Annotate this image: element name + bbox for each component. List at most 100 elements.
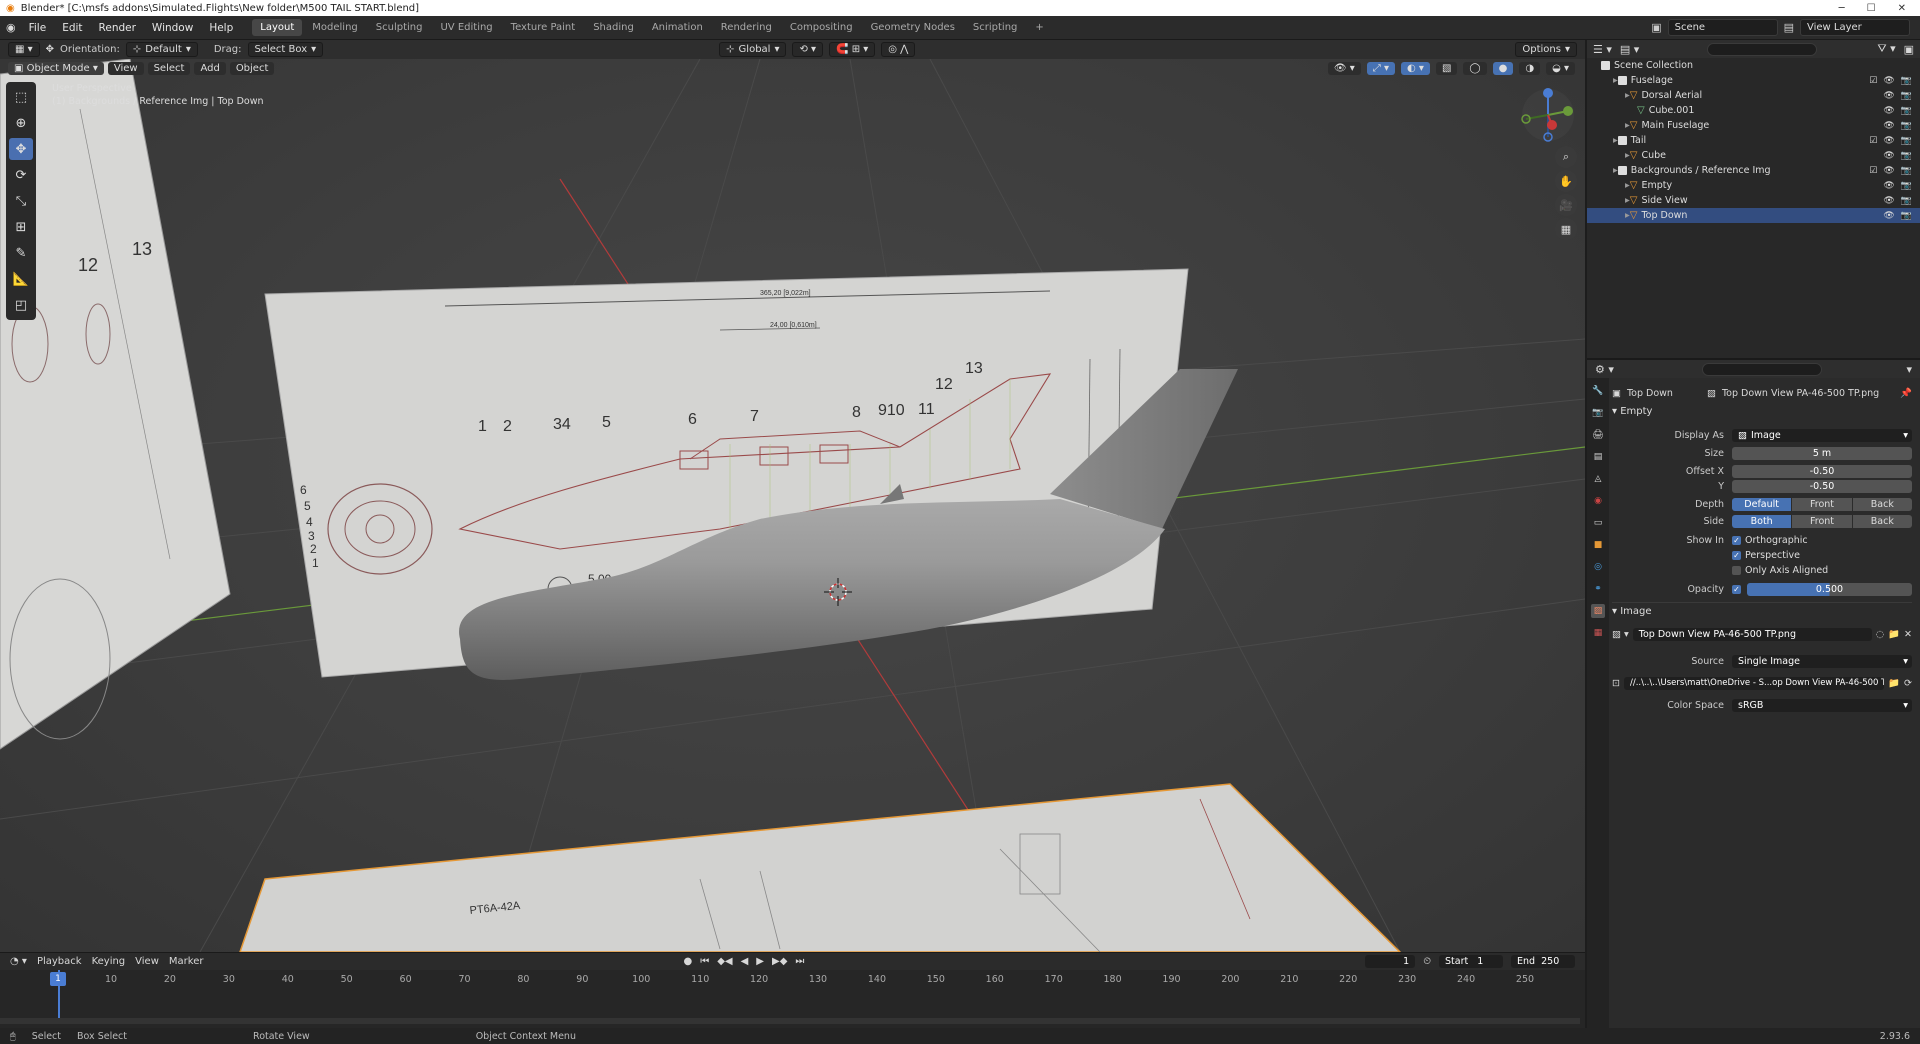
- data-tab-icon[interactable]: ▨: [1591, 604, 1605, 618]
- offset-y-field[interactable]: -0.50: [1732, 479, 1912, 493]
- outliner-row-dorsal-aerial[interactable]: ▸ ▽ Dorsal Aerial 👁 📷: [1587, 88, 1920, 103]
- properties-search-input[interactable]: [1701, 362, 1822, 376]
- visibility-dropdown[interactable]: 👁 ▾: [1327, 61, 1361, 75]
- render-camera-icon[interactable]: 📷: [1901, 181, 1912, 191]
- play-reverse-icon[interactable]: ◀: [741, 956, 749, 967]
- menu-render[interactable]: Render: [92, 20, 143, 36]
- close-icon[interactable]: ✕: [1898, 3, 1906, 14]
- depth-back-option[interactable]: Back: [1852, 497, 1912, 511]
- menu-edit[interactable]: Edit: [55, 20, 89, 36]
- side-both-option[interactable]: Both: [1732, 514, 1792, 528]
- render-camera-icon[interactable]: 📷: [1901, 211, 1912, 221]
- eye-icon[interactable]: 👁: [1883, 196, 1894, 206]
- render-camera-icon[interactable]: 📷: [1901, 151, 1912, 161]
- outliner-row-top-down[interactable]: ▸ ▽ Top Down 👁 📷: [1587, 208, 1920, 223]
- color-space-dropdown[interactable]: sRGB ▾: [1732, 698, 1912, 712]
- open-image-icon[interactable]: 📁: [1888, 629, 1900, 640]
- texture-tab-icon[interactable]: ▦: [1591, 626, 1605, 640]
- viewport-scene[interactable]: 12 13 365,20 [9,022m] 24,00 [0,610m] 1 2…: [0, 59, 1585, 952]
- viewport-menu-add[interactable]: Add: [194, 61, 226, 75]
- browse-file-icon[interactable]: 📁: [1888, 678, 1900, 689]
- depth-default-option[interactable]: Default: [1732, 497, 1792, 511]
- perspective-checkbox[interactable]: ✓ Perspective: [1732, 550, 1800, 561]
- outliner-row-backgrounds-reference-img[interactable]: ▸ Backgrounds / Reference Img ☑ 👁 📷: [1587, 163, 1920, 178]
- timeline-ruler[interactable]: 10 20 30 40 50 60 70 80 90 100 110 120 130 140 150 160 1…: [0, 972, 1585, 988]
- eye-icon[interactable]: 👁: [1883, 136, 1894, 146]
- transform-orientation-dropdown[interactable]: ⊹ Global ▾: [719, 42, 787, 57]
- jump-start-icon[interactable]: ⏮: [700, 956, 709, 967]
- top-down-reference-plane[interactable]: PT6A-42A: [239, 783, 1402, 952]
- render-camera-icon[interactable]: 📷: [1901, 106, 1912, 116]
- eye-icon[interactable]: 👁: [1883, 76, 1894, 86]
- xray-toggle[interactable]: ▧: [1435, 61, 1458, 75]
- viewport-menu-view[interactable]: View: [107, 61, 144, 75]
- eye-icon[interactable]: 👁: [1883, 91, 1894, 101]
- filepath-field[interactable]: //..\..\..\Users\matt\OneDrive - S...op …: [1623, 676, 1885, 690]
- render-camera-icon[interactable]: 📷: [1901, 196, 1912, 206]
- eye-icon[interactable]: 👁: [1883, 181, 1894, 191]
- select-box-tool-icon[interactable]: ⬚: [9, 86, 33, 108]
- tab-sculpting[interactable]: Sculpting: [368, 19, 431, 36]
- cursor-tool-icon[interactable]: ⊕: [9, 112, 33, 134]
- view-layer-selector[interactable]: View Layer: [1800, 19, 1910, 36]
- orthographic-checkbox[interactable]: ✓ Orthographic: [1732, 535, 1808, 546]
- measure-tool-icon[interactable]: 📐: [9, 268, 33, 290]
- pivot-dropdown[interactable]: ⟲ ▾: [792, 42, 824, 57]
- outliner-row-fuselage[interactable]: ▸ Fuselage ☑ 👁 📷: [1587, 73, 1920, 88]
- depth-front-option[interactable]: Front: [1792, 497, 1852, 511]
- render-tab-icon[interactable]: 📷: [1591, 406, 1605, 420]
- end-frame-field[interactable]: End 250: [1511, 955, 1575, 968]
- tab-geometry-nodes[interactable]: Geometry Nodes: [863, 19, 963, 36]
- outliner-editor-icon[interactable]: ☰ ▾: [1593, 43, 1612, 56]
- source-dropdown[interactable]: Single Image ▾: [1732, 654, 1912, 668]
- current-frame-field[interactable]: 1: [1365, 955, 1416, 968]
- shading-material[interactable]: ◑: [1519, 61, 1541, 75]
- eye-icon[interactable]: 👁: [1883, 151, 1894, 161]
- viewport-menu-select[interactable]: Select: [147, 61, 191, 75]
- image-panel-header[interactable]: ▾ Image: [1612, 606, 1652, 617]
- render-camera-icon[interactable]: 📷: [1901, 166, 1912, 176]
- empty-panel-header[interactable]: ▾ Empty: [1612, 406, 1652, 417]
- eye-icon[interactable]: 👁: [1883, 121, 1894, 131]
- output-tab-icon[interactable]: 🖨: [1591, 428, 1605, 442]
- world-tab-icon[interactable]: ◉: [1591, 494, 1605, 508]
- rotate-tool-icon[interactable]: ⟳: [9, 164, 33, 186]
- pack-icon[interactable]: ⊡: [1612, 678, 1620, 689]
- tab-texture-paint[interactable]: Texture Paint: [503, 19, 584, 36]
- collection-tab-icon[interactable]: ▭: [1591, 516, 1605, 530]
- tab-layout[interactable]: Layout: [252, 19, 303, 36]
- prev-key-icon[interactable]: ◆◀: [717, 956, 732, 967]
- shading-wireframe[interactable]: ◯: [1463, 61, 1487, 75]
- pan-hand-icon[interactable]: ✋: [1555, 170, 1577, 192]
- only-axis-aligned-checkbox[interactable]: Only Axis Aligned: [1732, 565, 1828, 576]
- 3d-viewport[interactable]: 12 13 365,20 [9,022m] 24,00 [0,610m] 1 2…: [0, 59, 1585, 952]
- view-layer-tab-icon[interactable]: ▤: [1591, 450, 1605, 464]
- tab-shading[interactable]: Shading: [585, 19, 642, 36]
- mode-selector[interactable]: ▣ Object Mode ▾: [8, 61, 104, 75]
- eye-icon[interactable]: 👁: [1883, 106, 1894, 116]
- timeline-menu-marker[interactable]: Marker: [169, 956, 204, 967]
- add-cube-tool-icon[interactable]: ◰: [9, 294, 33, 316]
- menu-file[interactable]: File: [22, 20, 54, 36]
- snap-dropdown[interactable]: 🧲 ⊞ ▾: [829, 42, 876, 57]
- eye-icon[interactable]: 👁: [1883, 211, 1894, 221]
- timeline-menu-playback[interactable]: Playback: [37, 956, 82, 967]
- outliner-row-tail[interactable]: ▸ Tail ☑ 👁 📷: [1587, 133, 1920, 148]
- next-key-icon[interactable]: ▶◆: [772, 956, 787, 967]
- exclude-checkbox[interactable]: ☑: [1869, 76, 1877, 86]
- gizmo-toggle[interactable]: ⤢ ▾: [1366, 61, 1395, 75]
- play-icon[interactable]: ▶: [756, 956, 764, 967]
- add-workspace-icon[interactable]: +: [1027, 19, 1051, 36]
- constraints-tab-icon[interactable]: ⚭: [1591, 582, 1605, 596]
- tab-animation[interactable]: Animation: [644, 19, 711, 36]
- new-collection-icon[interactable]: ▣: [1904, 43, 1914, 56]
- unlink-image-icon[interactable]: ✕: [1904, 629, 1912, 640]
- filter-icon[interactable]: ⛛ ▾: [1877, 42, 1895, 56]
- object-tab-icon[interactable]: ■: [1591, 538, 1605, 552]
- record-icon[interactable]: ●: [683, 956, 692, 967]
- physics-tab-icon[interactable]: ◎: [1591, 560, 1605, 574]
- scale-tool-icon[interactable]: ⤡: [9, 190, 33, 212]
- outliner-search-input[interactable]: [1707, 42, 1818, 56]
- properties-options-icon[interactable]: ▾: [1906, 363, 1912, 376]
- scene-collection-row[interactable]: Scene Collection: [1587, 58, 1920, 73]
